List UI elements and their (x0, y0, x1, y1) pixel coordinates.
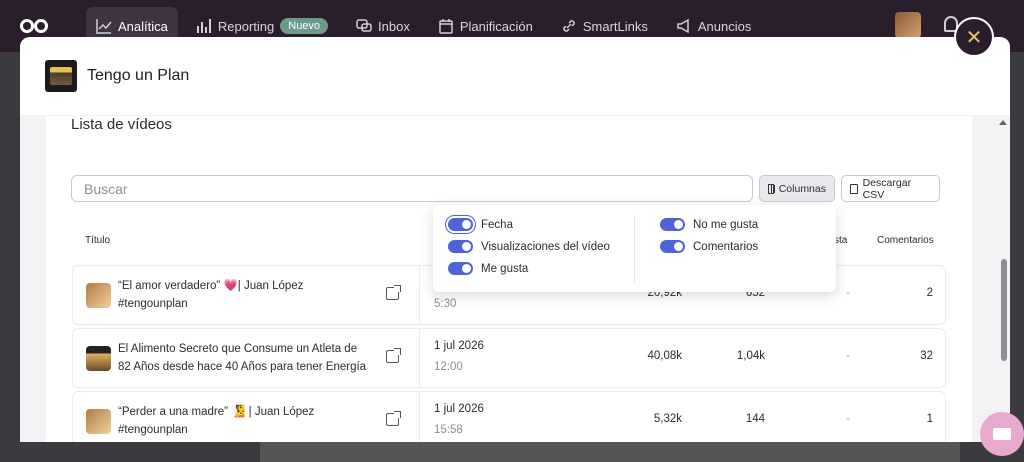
csv-button-label: Descargar CSV (862, 176, 912, 201)
megaphone-icon (677, 18, 689, 34)
column-divider (419, 266, 420, 324)
table-row[interactable]: El Alimento Secreto que Consume un Atlet… (72, 328, 946, 388)
video-likes: 144 (745, 413, 765, 425)
popover-divider (634, 215, 635, 282)
nav-label: Anuncios (697, 18, 752, 34)
background-sidebar (0, 52, 20, 462)
video-comments: 32 (920, 350, 933, 362)
option-label: Visualizaciones del vídeo (481, 240, 610, 253)
video-likes: 1,04k (736, 350, 765, 362)
bar-chart-icon (196, 19, 211, 33)
close-modal-button[interactable]: ✕ (954, 17, 994, 57)
option-label: Comentarios (693, 240, 759, 253)
nav-label: Planificación (459, 18, 533, 34)
scroll-up-arrow-icon[interactable] (999, 120, 1007, 125)
calendar-icon (439, 19, 453, 34)
video-thumbnail (86, 283, 111, 308)
columns-icon (768, 183, 775, 194)
table-row[interactable]: “Perder a una madre” 🧏 | Juan López #ten… (72, 391, 946, 442)
chart-line-icon (96, 19, 112, 34)
video-time: 15:58 (434, 424, 463, 436)
video-comments: 2 (926, 287, 933, 299)
video-title: “Perder a una madre” 🧏 | Juan López #ten… (118, 406, 315, 436)
logo-icon[interactable] (20, 19, 50, 33)
video-time: 5:30 (434, 298, 457, 310)
columns-button[interactable]: Columnas (759, 175, 835, 202)
video-views: 5,32k (653, 413, 682, 425)
channel-modal: Tengo un Plan Lista de vídeos Buscar Col… (20, 37, 1010, 442)
column-option-fecha[interactable]: Fecha (448, 218, 513, 231)
modal-title: Tengo un Plan (87, 67, 190, 84)
external-link-icon[interactable] (386, 285, 401, 300)
column-header-comments[interactable]: Comentarios (877, 235, 934, 246)
option-label: Fecha (481, 218, 513, 231)
external-link-icon[interactable] (386, 348, 401, 363)
chat-bubbles-icon (356, 19, 372, 32)
column-option-visualizaciones[interactable]: Visualizaciones del vídeo (448, 240, 610, 253)
nav-label: SmartLinks (582, 18, 648, 34)
scrollbar-thumb[interactable] (1001, 259, 1007, 361)
toggle-switch[interactable] (660, 218, 685, 231)
background-table-row (260, 442, 960, 462)
video-views: 40,08k (647, 350, 682, 362)
modal-header: Tengo un Plan (20, 37, 1010, 115)
video-comments: 1 (926, 413, 933, 425)
toggle-switch[interactable] (660, 240, 685, 253)
search-input[interactable]: Buscar (71, 175, 753, 202)
external-link-icon[interactable] (386, 411, 401, 426)
nav-label: Analítica (118, 18, 168, 34)
column-header-partial[interactable]: sta (834, 235, 847, 246)
section-title: Lista de vídeos (71, 116, 172, 133)
toggle-switch[interactable] (448, 240, 473, 253)
video-title: El Alimento Secreto que Consume un Atlet… (118, 343, 367, 373)
close-icon: ✕ (965, 26, 983, 49)
toggle-switch[interactable] (448, 218, 473, 231)
nav-label: Inbox (378, 18, 410, 34)
toggle-switch[interactable] (448, 262, 473, 275)
new-badge: Nuevo (280, 18, 329, 34)
option-label: Me gusta (481, 262, 529, 275)
download-csv-button[interactable]: Descargar CSV (841, 175, 940, 202)
video-dislikes: - (846, 287, 850, 299)
video-dislikes: - (846, 350, 850, 362)
nav-label: Reporting (217, 18, 275, 34)
column-option-no-me-gusta[interactable]: No me gusta (660, 218, 758, 231)
chat-support-button[interactable] (980, 412, 1024, 456)
video-date: 1 jul 2026 (434, 403, 484, 415)
chat-icon (993, 428, 1011, 440)
option-label: No me gusta (693, 218, 759, 231)
search-placeholder: Buscar (84, 180, 128, 197)
video-date: 1 jul 2026 (434, 340, 484, 352)
column-option-me-gusta[interactable]: Me gusta (448, 262, 528, 275)
file-download-icon (850, 183, 858, 194)
link-icon (563, 20, 575, 32)
column-divider (419, 392, 420, 442)
column-divider (419, 329, 420, 387)
user-avatar[interactable] (895, 12, 921, 38)
video-thumbnail (86, 346, 111, 371)
video-time: 12:00 (434, 361, 463, 373)
column-option-comentarios[interactable]: Comentarios (660, 240, 758, 253)
video-title: “El amor verdadero” 💗| Juan López #tengo… (118, 280, 304, 310)
video-list-card: Lista de vídeos Buscar Columnas Descarga… (46, 116, 972, 442)
column-header-title[interactable]: Título (85, 235, 110, 246)
channel-thumbnail (45, 60, 77, 92)
video-thumbnail (86, 409, 111, 434)
columns-button-label: Columnas (778, 182, 826, 195)
video-dislikes: - (846, 413, 850, 425)
columns-popover: Fecha Visualizaciones del vídeo Me gusta… (433, 205, 836, 292)
